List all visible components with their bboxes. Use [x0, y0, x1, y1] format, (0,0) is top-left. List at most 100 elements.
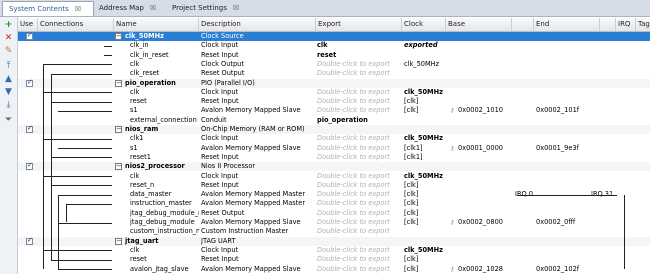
- interface-name[interactable]: avalon_jtag_slave: [130, 265, 199, 274]
- export-field[interactable]: reset: [317, 51, 401, 60]
- remove-icon[interactable]: ✕: [3, 33, 14, 44]
- component-name[interactable]: jtag_uart: [125, 237, 199, 246]
- lock-icon[interactable]: ⚷: [450, 265, 456, 274]
- use-checkbox[interactable]: [26, 124, 33, 133]
- interface-row[interactable]: instruction_master Avalon Memory Mapped M…: [18, 199, 650, 208]
- use-checkbox[interactable]: [26, 161, 33, 171]
- export-field[interactable]: Double-click to export: [317, 88, 401, 97]
- interface-name[interactable]: reset1: [130, 153, 199, 162]
- component-name[interactable]: nios2_processor: [125, 162, 199, 171]
- col-name[interactable]: Name: [114, 18, 199, 31]
- tab-project-settings[interactable]: Project Settings ☒: [166, 1, 254, 15]
- clock-value[interactable]: [clk]: [404, 199, 446, 208]
- interface-row[interactable]: clk_in Clock Input clk exported: [18, 41, 650, 50]
- interface-row[interactable]: clk_in_reset Reset Input reset: [18, 51, 650, 60]
- clock-value[interactable]: clk_50MHz: [404, 88, 446, 97]
- base-address[interactable]: 0x0002_1010: [458, 106, 512, 115]
- tab-system-contents[interactable]: System Contents ☒: [2, 1, 94, 16]
- export-field[interactable]: Double-click to export: [317, 265, 401, 274]
- clock-value[interactable]: [404, 116, 446, 125]
- clock-value[interactable]: [clk]: [404, 218, 446, 227]
- export-field[interactable]: Double-click to export: [317, 190, 401, 199]
- interface-row[interactable]: clk_reset Reset Output Double-click to exp…: [18, 69, 650, 78]
- end-address[interactable]: 0x0002_102f: [536, 265, 598, 274]
- collapse-toggle-icon[interactable]: −: [115, 163, 122, 171]
- interface-name[interactable]: clk: [130, 88, 199, 97]
- clock-value[interactable]: [clk]: [404, 106, 446, 115]
- move-top-icon[interactable]: ⤒: [3, 61, 14, 72]
- interface-name[interactable]: reset: [130, 97, 199, 106]
- component-row[interactable]: −jtag_uartJTAG UART: [18, 236, 650, 246]
- clock-value[interactable]: [clk]: [404, 97, 446, 106]
- export-field[interactable]: clk: [317, 41, 401, 50]
- col-base[interactable]: Base: [446, 18, 512, 31]
- interface-row[interactable]: reset1 Reset Input Double-click to export[…: [18, 153, 650, 162]
- clock-value[interactable]: [404, 227, 446, 236]
- export-field[interactable]: Double-click to export: [317, 218, 401, 227]
- interface-row[interactable]: reset Reset Input Double-click to export [c…: [18, 97, 650, 106]
- lock-icon[interactable]: ⚷: [450, 218, 456, 227]
- component-name[interactable]: clk_50MHz: [125, 32, 199, 41]
- interface-name[interactable]: clk1: [130, 134, 199, 143]
- interface-name[interactable]: s1: [130, 144, 199, 153]
- move-down-icon[interactable]: ▼: [3, 87, 14, 98]
- close-icon[interactable]: ☒: [75, 5, 81, 13]
- interface-row[interactable]: reset Reset Input Double-click to export [c…: [18, 255, 650, 264]
- interface-row[interactable]: clk Clock Input Double-click to export clk_…: [18, 172, 650, 181]
- interface-row[interactable]: clk Clock Input Double-click to export clk_…: [18, 246, 650, 255]
- interface-name[interactable]: jtag_debug_module_r...: [130, 209, 199, 218]
- use-checkbox[interactable]: [26, 78, 33, 87]
- collapse-toggle-icon[interactable]: −: [115, 33, 122, 40]
- col-clock[interactable]: Clock: [402, 18, 446, 31]
- interface-name[interactable]: external_connection: [130, 116, 199, 125]
- interface-name[interactable]: reset_n: [130, 181, 199, 190]
- clock-value[interactable]: [404, 51, 446, 60]
- filter-icon[interactable]: ⏷: [3, 115, 14, 126]
- clock-value[interactable]: [clk]: [404, 190, 446, 199]
- export-field[interactable]: Double-click to export: [317, 246, 401, 255]
- interface-name[interactable]: clk: [130, 172, 199, 181]
- component-name[interactable]: pio_operation: [125, 79, 199, 88]
- col-connections[interactable]: Connections: [38, 18, 114, 31]
- use-checkbox[interactable]: [26, 31, 33, 40]
- move-up-icon[interactable]: ▲: [3, 74, 14, 85]
- interface-name[interactable]: clk: [130, 246, 199, 255]
- close-icon[interactable]: ☒: [233, 4, 239, 12]
- interface-row[interactable]: clk Clock Input Double-click to export clk_…: [18, 88, 650, 97]
- interface-row[interactable]: external_connection Conduit pio_operation: [18, 116, 650, 125]
- interface-name[interactable]: custom_instruction_m...: [130, 227, 199, 236]
- use-checkbox[interactable]: [26, 236, 33, 245]
- export-field[interactable]: pio_operation: [317, 116, 401, 125]
- base-address[interactable]: 0x0002_0800: [458, 218, 512, 227]
- interface-name[interactable]: reset: [130, 255, 199, 264]
- base-address[interactable]: 0x0001_0000: [458, 144, 512, 153]
- interface-name[interactable]: clk_in_reset: [130, 51, 199, 60]
- export-field[interactable]: Double-click to export: [317, 106, 401, 115]
- export-field[interactable]: Double-click to export: [317, 181, 401, 190]
- export-field[interactable]: Double-click to export: [317, 227, 401, 236]
- tab-address-map[interactable]: Address Map ☒: [93, 1, 167, 15]
- export-field[interactable]: Double-click to export: [317, 60, 401, 69]
- add-icon[interactable]: +: [3, 20, 14, 31]
- component-row[interactable]: −clk_50MHzClock Source: [18, 31, 650, 41]
- end-address[interactable]: 0x0002_101f: [536, 106, 598, 115]
- interface-row[interactable]: avalon_jtag_slave Avalon Memory Mapped Sl…: [18, 265, 650, 274]
- interface-row[interactable]: s1 Avalon Memory Mapped Slave Double-click…: [18, 144, 650, 153]
- clock-value[interactable]: [404, 69, 446, 78]
- clock-value[interactable]: clk_50MHz: [404, 134, 446, 143]
- clock-value[interactable]: clk_50MHz: [404, 246, 446, 255]
- clock-value[interactable]: exported: [404, 41, 446, 50]
- interface-row[interactable]: s1 Avalon Memory Mapped Slave Double-click…: [18, 106, 650, 115]
- export-field[interactable]: Double-click to export: [317, 153, 401, 162]
- col-use[interactable]: Use: [18, 18, 38, 31]
- clock-value[interactable]: [clk]: [404, 181, 446, 190]
- interface-name[interactable]: data_master: [130, 190, 199, 199]
- collapse-toggle-icon[interactable]: −: [115, 126, 122, 133]
- export-field[interactable]: Double-click to export: [317, 199, 401, 208]
- interface-row[interactable]: jtag_debug_module_r... Reset Output Double…: [18, 209, 650, 218]
- interface-row[interactable]: custom_instruction_m...Custom Instructio…: [18, 227, 650, 236]
- collapse-toggle-icon[interactable]: −: [115, 79, 122, 87]
- export-field[interactable]: Double-click to export: [317, 144, 401, 153]
- col-irq[interactable]: IRQ: [616, 18, 636, 31]
- move-bottom-icon[interactable]: ⤓: [3, 100, 14, 111]
